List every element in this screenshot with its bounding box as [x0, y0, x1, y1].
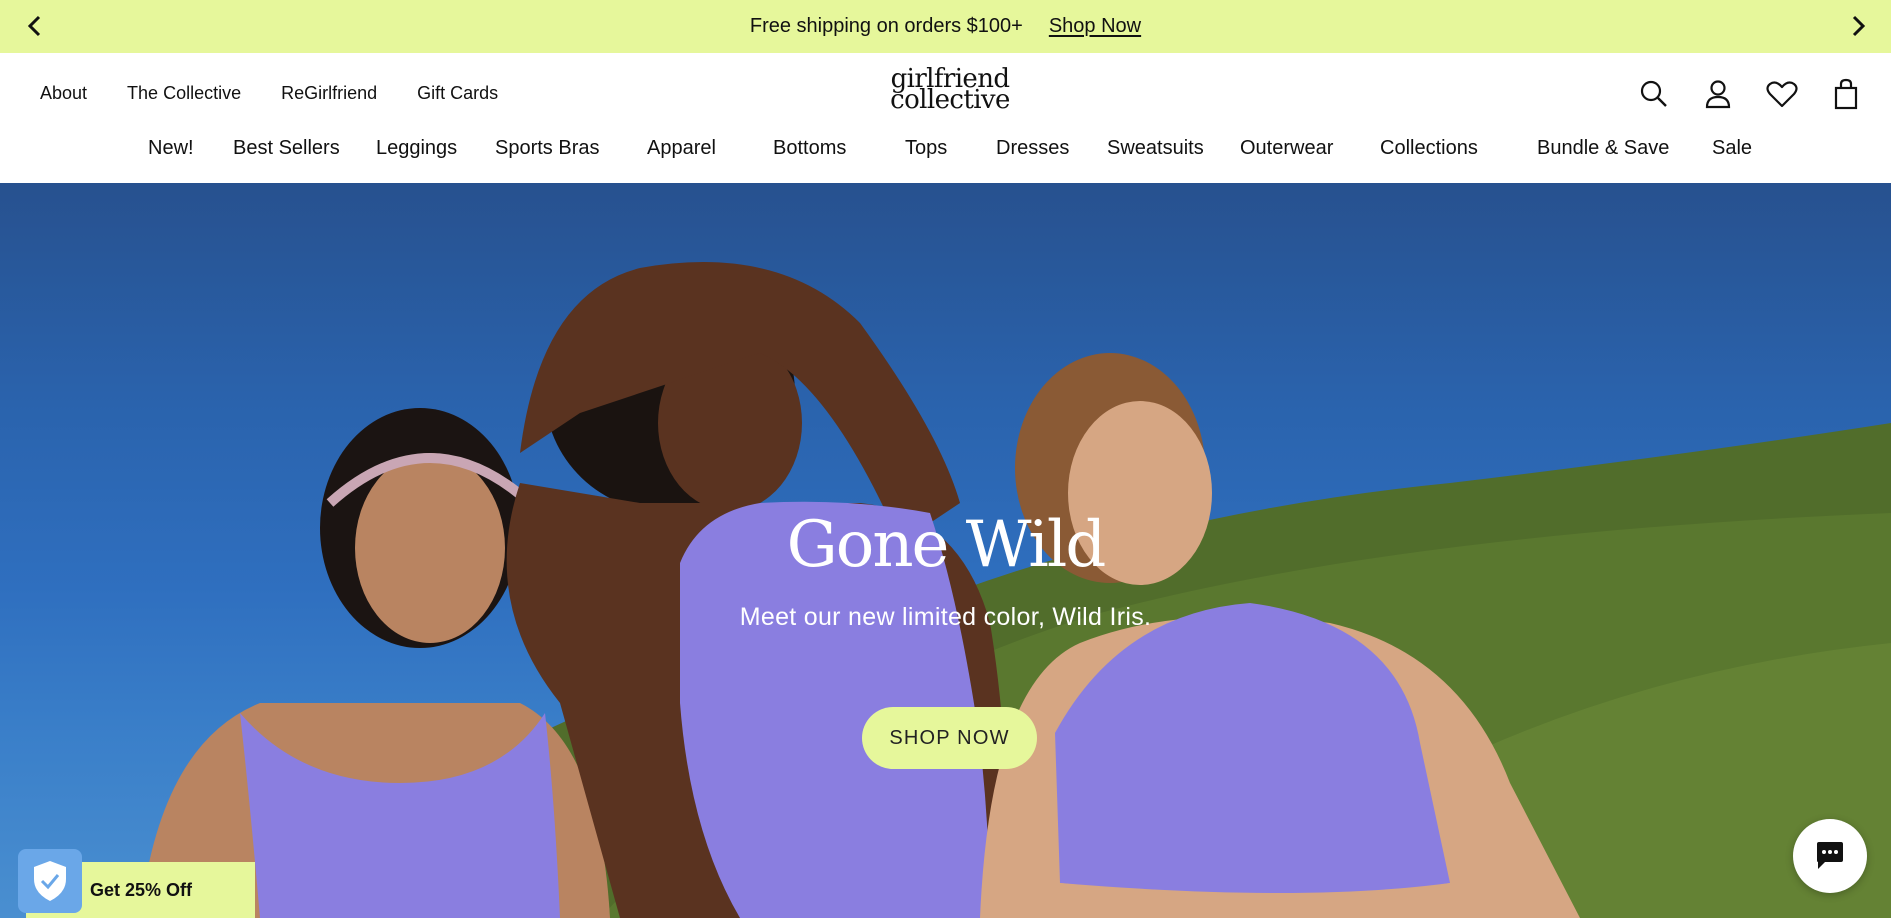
nav-item-outerwear[interactable]: Outerwear [1240, 137, 1333, 160]
hero-copy: Gone Wild Meet our new limited color, Wi… [0, 513, 1891, 632]
cart-button[interactable] [1829, 77, 1863, 111]
chat-bubble-icon [1817, 842, 1843, 869]
nav-item-dresses[interactable]: Dresses [996, 137, 1069, 160]
site-header: About The Collective ReGirlfriend Gift C… [0, 53, 1891, 183]
shield-badge-button[interactable] [18, 849, 82, 913]
main-nav: New! Best Sellers Leggings Sports Bras A… [0, 137, 1891, 165]
chevron-right-icon [1852, 15, 1866, 37]
nav-item-best-sellers[interactable]: Best Sellers [233, 137, 340, 160]
utility-nav: About The Collective ReGirlfriend Gift C… [40, 83, 498, 104]
cart-bag-icon [1834, 78, 1858, 110]
nav-item-bundle-save[interactable]: Bundle & Save [1537, 137, 1669, 160]
utility-link-about[interactable]: About [40, 83, 87, 104]
promo-label: Get 25% Off [90, 879, 193, 900]
nav-item-tops[interactable]: Tops [905, 137, 947, 160]
account-button[interactable] [1701, 77, 1735, 111]
utility-link-regirlfriend[interactable]: ReGirlfriend [281, 83, 377, 104]
nav-item-new[interactable]: New! [148, 137, 194, 160]
nav-item-collections[interactable]: Collections [1380, 137, 1478, 160]
nav-item-bottoms[interactable]: Bottoms [773, 137, 846, 160]
nav-item-sports-bras[interactable]: Sports Bras [495, 137, 599, 160]
nav-item-leggings[interactable]: Leggings [376, 137, 457, 160]
header-icons [1637, 77, 1863, 111]
chat-button[interactable] [1793, 819, 1867, 893]
search-icon [1640, 80, 1667, 107]
site-logo[interactable]: girlfriend collective [889, 66, 1011, 115]
announcement-shop-now-link[interactable]: Shop Now [1049, 15, 1141, 38]
account-icon [1705, 80, 1731, 109]
nav-item-apparel[interactable]: Apparel [647, 137, 716, 160]
nav-item-sweatsuits[interactable]: Sweatsuits [1107, 137, 1204, 160]
announcement-bar: Free shipping on orders $100+ Shop Now [0, 0, 1891, 53]
utility-link-the-collective[interactable]: The Collective [127, 83, 241, 104]
wishlist-heart-icon [1766, 81, 1798, 108]
hero-subtitle: Meet our new limited color, Wild Iris. [739, 603, 1152, 631]
shield-check-icon [34, 861, 66, 901]
search-button[interactable] [1637, 77, 1671, 111]
announcement-next-button[interactable] [1841, 9, 1875, 43]
wishlist-button[interactable] [1765, 77, 1799, 111]
announcement-message: Free shipping on orders $100+ [749, 15, 1023, 37]
nav-item-sale[interactable]: Sale [1712, 137, 1752, 160]
utility-link-gift-cards[interactable]: Gift Cards [417, 83, 498, 104]
logo-line-2: collective [890, 85, 1010, 115]
hero-shop-now-button[interactable]: SHOP NOW [862, 707, 1037, 769]
hero-title: Gone Wild [786, 508, 1107, 582]
hero-banner: Gone Wild Meet our new limited color, Wi… [0, 183, 1891, 918]
